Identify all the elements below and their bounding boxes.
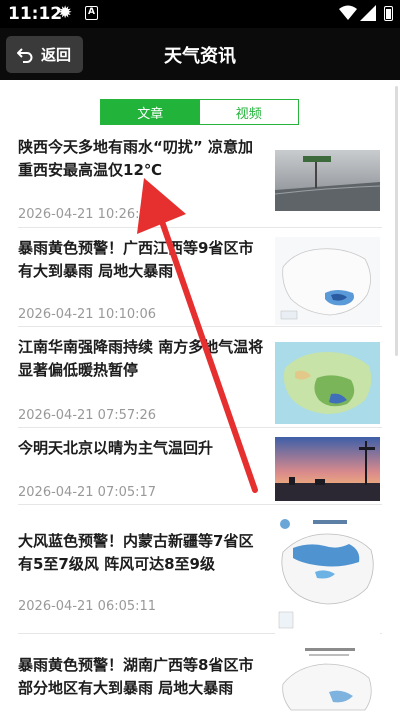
news-date: 2026-04-21 07:05:17 <box>18 485 157 500</box>
signal-icon <box>360 5 376 21</box>
news-item[interactable]: 暴雨黄色预警！湖南广西等8省区市部分地区有大到暴雨 局地大暴雨 <box>18 644 382 712</box>
rainfall-forecast-map <box>275 237 380 325</box>
news-item[interactable]: 江南华南强降雨持续 南方多地气温将显著偏低暖热暂停 2026-04-21 07:… <box>18 336 382 428</box>
rainy-road-photo <box>275 150 380 211</box>
tab-articles[interactable]: 文章 <box>101 100 200 124</box>
news-date: 2026-04-21 07:57:26 <box>18 408 157 423</box>
news-title: 今明天北京以晴为主气温回升 <box>18 439 214 457</box>
wind-warning-map <box>275 516 380 634</box>
news-item[interactable]: 大风蓝色预警！内蒙古新疆等7省区有5至7级风 阵风可达8至9级 2026-04-… <box>18 516 382 634</box>
tab-bar: 文章 视频 <box>100 99 299 125</box>
sunset-city-photo <box>275 437 380 501</box>
status-time: 11:12 <box>8 4 63 24</box>
scrollbar[interactable] <box>395 86 398 356</box>
news-title: 大风蓝色预警！内蒙古新疆等7省区有5至7级风 阵风可达8至9级 <box>18 532 254 573</box>
news-title: 江南华南强降雨持续 南方多地气温将显著偏低暖热暂停 <box>18 338 264 379</box>
news-title: 暴雨黄色预警！湖南广西等8省区市部分地区有大到暴雨 局地大暴雨 <box>18 656 254 697</box>
wifi-icon <box>339 5 357 20</box>
news-date: 2026-04-21 10:26:02 <box>18 207 157 222</box>
gear-icon: ✹ <box>58 3 73 23</box>
status-bar: 11:12 ✹ A <box>0 0 400 28</box>
news-date: 2026-04-21 10:10:06 <box>18 307 157 322</box>
temperature-map <box>275 342 380 424</box>
news-item[interactable]: 陕西今天多地有雨水“叨扰” 凉意加重西安最高温仅12℃ 2026-04-21 1… <box>18 136 382 228</box>
page-title: 天气资讯 <box>164 46 236 67</box>
a-notification-icon: A <box>85 6 98 20</box>
title-bar: 返回 天气资讯 <box>0 28 400 80</box>
news-title: 暴雨黄色预警！广西江西等9省区市有大到暴雨 局地大暴雨 <box>18 239 254 280</box>
tab-videos[interactable]: 视频 <box>199 100 298 124</box>
news-item[interactable]: 暴雨黄色预警！广西江西等9省区市有大到暴雨 局地大暴雨 2026-04-21 1… <box>18 237 382 327</box>
news-date: 2026-04-21 06:05:11 <box>18 599 157 614</box>
news-title: 陕西今天多地有雨水“叨扰” 凉意加重西安最高温仅12℃ <box>18 138 253 179</box>
news-item[interactable]: 今明天北京以晴为主气温回升 2026-04-21 07:05:17 <box>18 437 382 505</box>
news-content[interactable]: 文章 视频 陕西今天多地有雨水“叨扰” 凉意加重西安最高温仅12℃ 2026-0… <box>0 80 400 712</box>
rainstorm-warning-map <box>275 644 380 712</box>
battery-icon <box>384 6 393 21</box>
